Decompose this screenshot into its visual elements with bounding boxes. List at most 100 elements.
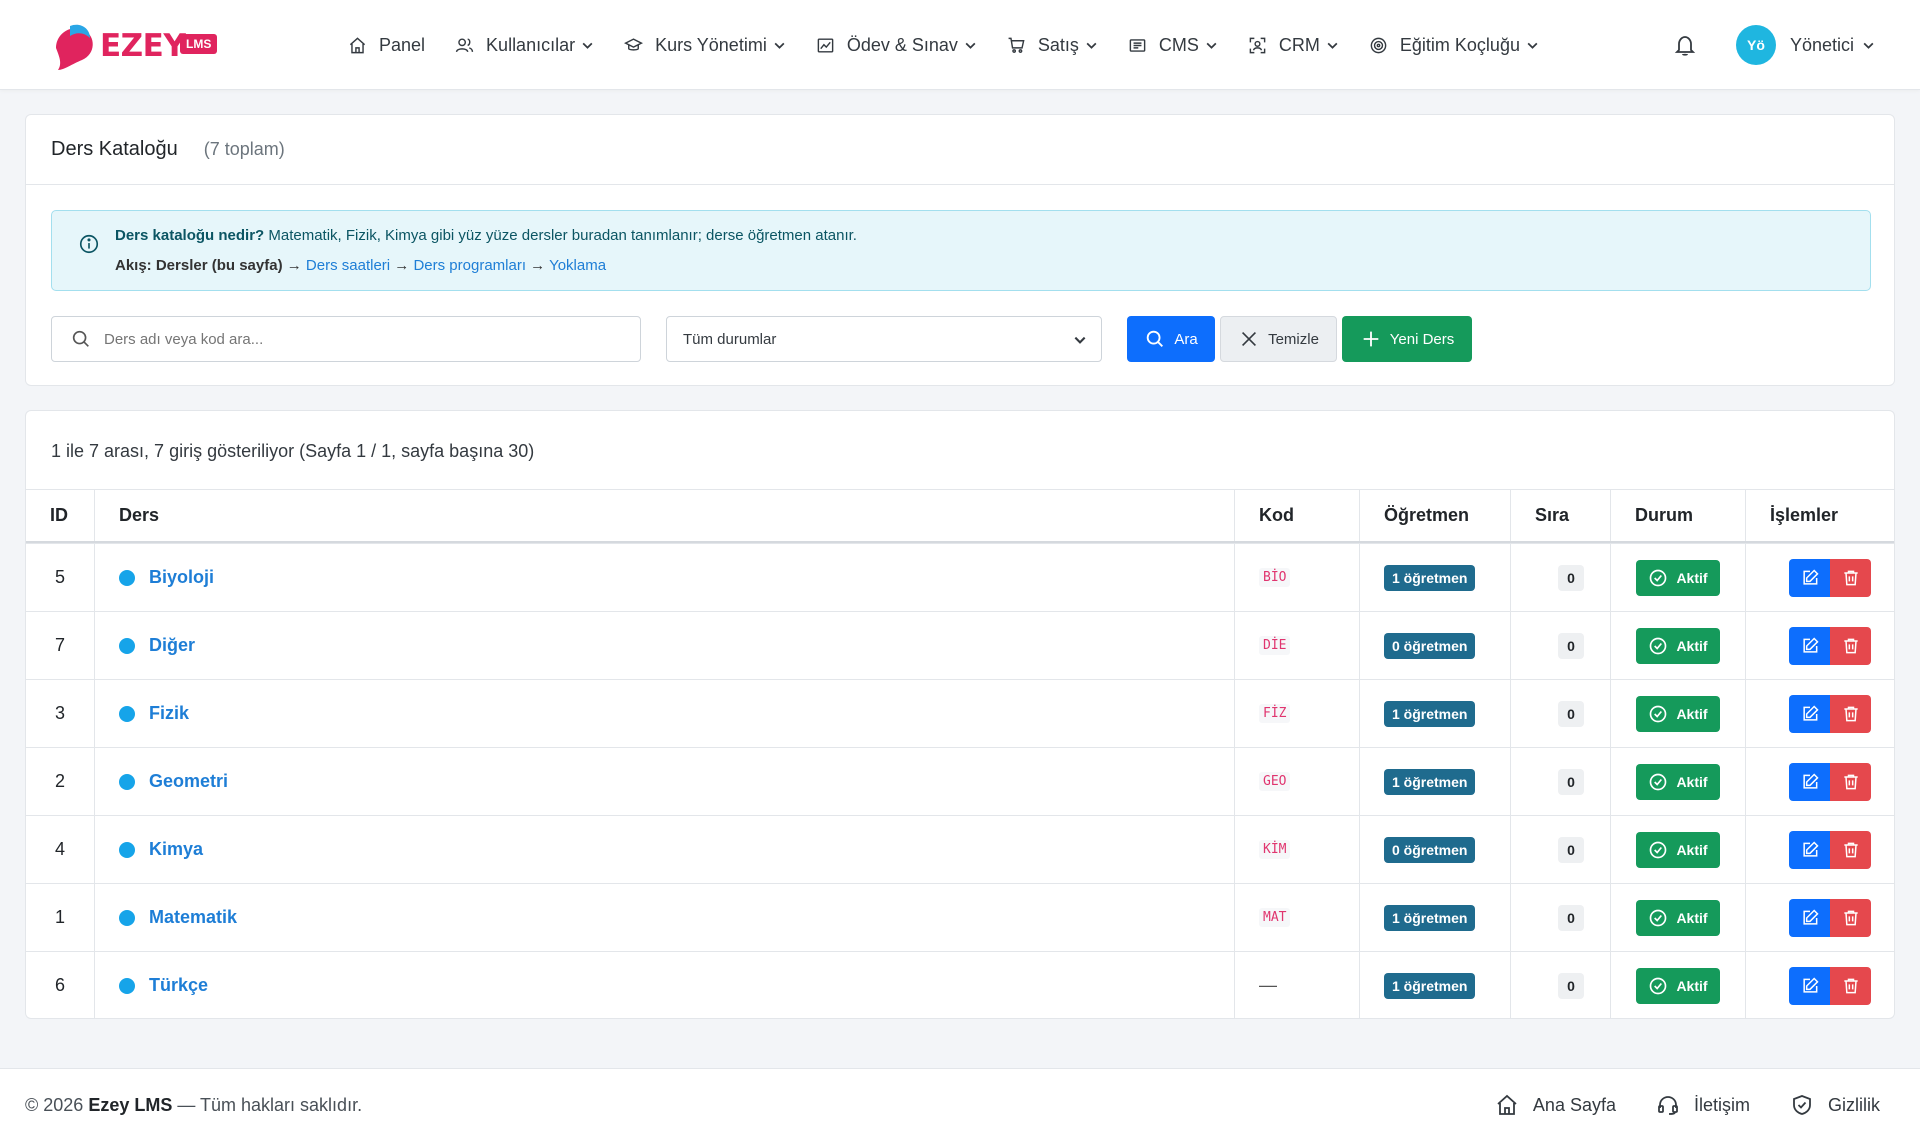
delete-button[interactable]: [1830, 762, 1871, 801]
status-badge[interactable]: Aktif: [1636, 763, 1720, 800]
course-name-link[interactable]: Fizik: [149, 703, 189, 724]
status-badge[interactable]: Aktif: [1636, 627, 1720, 664]
chevron-down-icon: [1863, 42, 1874, 49]
info-description: Ders kataloğu nedir? Matematik, Fizik, K…: [115, 227, 857, 244]
course-name-link[interactable]: Geometri: [149, 771, 228, 792]
teacher-cell: 1 öğretmen: [1384, 952, 1476, 1019]
course-code: MAT: [1259, 908, 1291, 927]
status-select[interactable]: Tüm durumlar: [666, 316, 1102, 362]
course-cell: Kimya: [119, 816, 203, 883]
delete-button[interactable]: [1830, 626, 1871, 665]
course-cell: Geometri: [119, 748, 228, 815]
delete-button[interactable]: [1830, 898, 1871, 937]
actions-cell: [1789, 884, 1871, 951]
new-course-button-label: Yeni Ders: [1389, 330, 1455, 348]
info-question: Ders kataloğu nedir?: [115, 227, 265, 244]
chevron-down-icon: [1074, 336, 1086, 344]
nav-egitim-koclugu[interactable]: Eğitim Koçluğu: [1369, 35, 1539, 56]
order-badge: 0: [1558, 904, 1584, 931]
table-row: 4 Kimya KİM 0 öğretmen 0 Aktif: [26, 815, 1894, 883]
order-badge: 0: [1558, 768, 1584, 795]
edit-button[interactable]: [1789, 830, 1830, 869]
nav-satis-label: Satış: [1037, 34, 1079, 55]
flow-link-yoklama[interactable]: Yoklama: [549, 257, 606, 274]
nav-kurs-yonetimi-label: Kurs Yönetimi: [655, 34, 767, 55]
footer-link-ana-sayfa[interactable]: Ana Sayfa: [1495, 1093, 1616, 1117]
status-badge[interactable]: Aktif: [1636, 967, 1720, 1004]
nav-odev-sinav[interactable]: Ödev & Sınav: [816, 35, 977, 56]
course-cell: Matematik: [119, 884, 237, 951]
person-scan-icon: [1249, 37, 1266, 53]
status-badge[interactable]: Aktif: [1636, 559, 1720, 596]
course-name-link[interactable]: Matematik: [149, 907, 237, 928]
edit-button[interactable]: [1789, 694, 1830, 733]
search-box: [51, 316, 641, 362]
code-cell: GEO: [1259, 748, 1291, 815]
status-badge[interactable]: Aktif: [1636, 695, 1720, 732]
nav-kurs-yonetimi[interactable]: Kurs Yönetimi: [624, 35, 786, 56]
cart-icon: [1008, 37, 1025, 53]
check-circle-icon: [1650, 773, 1667, 790]
edit-button[interactable]: [1789, 762, 1830, 801]
nav-cms[interactable]: CMS: [1128, 35, 1218, 56]
footer-link-gizlilik[interactable]: Gizlilik: [1790, 1093, 1880, 1117]
clear-button[interactable]: Temizle: [1220, 316, 1337, 362]
nav-egitim-koclugu-label: Eğitim Koçluğu: [1399, 34, 1520, 55]
course-id: 7: [54, 635, 65, 655]
course-color-dot: [119, 773, 135, 790]
image-chart-icon: [817, 37, 834, 53]
course-id: 5: [54, 567, 65, 587]
order-cell: 0: [1558, 816, 1584, 883]
flow-link-ders-programlari[interactable]: Ders programları: [413, 257, 526, 274]
course-name-link[interactable]: Kimya: [149, 839, 203, 860]
edit-button[interactable]: [1789, 898, 1830, 937]
course-code: DİE: [1259, 636, 1291, 655]
status-badge[interactable]: Aktif: [1636, 899, 1720, 936]
edit-button[interactable]: [1789, 966, 1830, 1005]
logo[interactable]: EZEY LMS: [50, 18, 240, 72]
user-menu[interactable]: Yö Yönetici: [1736, 25, 1875, 65]
order-cell: 0: [1558, 952, 1584, 1019]
course-color-dot: [119, 841, 135, 858]
actions-cell: [1789, 816, 1871, 883]
nav-panel[interactable]: Panel: [348, 35, 425, 56]
chevron-down-icon: [965, 42, 976, 49]
nav-kullanicilar[interactable]: Kullanıcılar: [455, 35, 594, 56]
status-badge[interactable]: Aktif: [1636, 831, 1720, 868]
edit-button[interactable]: [1789, 626, 1830, 665]
search-button[interactable]: Ara: [1127, 316, 1215, 362]
trash-icon: [1843, 706, 1858, 721]
code-cell: —: [1259, 952, 1277, 1019]
edit-button[interactable]: [1789, 558, 1830, 597]
nav-odev-sinav-label: Ödev & Sınav: [846, 34, 958, 55]
delete-button[interactable]: [1830, 830, 1871, 869]
new-course-button[interactable]: Yeni Ders: [1342, 316, 1472, 362]
bell-icon[interactable]: [1673, 33, 1697, 57]
teacher-count-badge: 1 öğretmen: [1384, 564, 1476, 591]
delete-button[interactable]: [1830, 694, 1871, 733]
nav-satis[interactable]: Satış: [1007, 35, 1098, 56]
footer-link-iletisim[interactable]: İletişim: [1656, 1093, 1750, 1117]
nav-crm[interactable]: CRM: [1248, 35, 1339, 56]
teacher-count-badge: 1 öğretmen: [1384, 972, 1476, 999]
course-id: 6: [54, 975, 65, 995]
order-cell: 0: [1558, 884, 1584, 951]
order-cell: 0: [1558, 612, 1584, 679]
delete-button[interactable]: [1830, 966, 1871, 1005]
order-badge: 0: [1558, 700, 1584, 727]
teacher-count-badge: 1 öğretmen: [1384, 904, 1476, 931]
flow-link-ders-saatleri[interactable]: Ders saatleri: [306, 257, 390, 274]
info-flow: Akış: Dersler (bu sayfa) → Ders saatleri…: [115, 257, 606, 274]
course-name-link[interactable]: Biyoloji: [149, 567, 214, 588]
course-name-link[interactable]: Diğer: [149, 635, 195, 656]
edit-icon: [1802, 704, 1819, 721]
delete-button[interactable]: [1830, 558, 1871, 597]
search-button-label: Ara: [1174, 330, 1198, 348]
column-header-id: ID: [50, 505, 68, 525]
course-name-link[interactable]: Türkçe: [149, 975, 208, 996]
search-icon: [1147, 330, 1164, 347]
teacher-count-badge: 0 öğretmen: [1384, 836, 1476, 863]
search-input[interactable]: [104, 330, 604, 348]
logo-mark-icon: [56, 24, 93, 70]
actions-cell: [1789, 544, 1871, 611]
